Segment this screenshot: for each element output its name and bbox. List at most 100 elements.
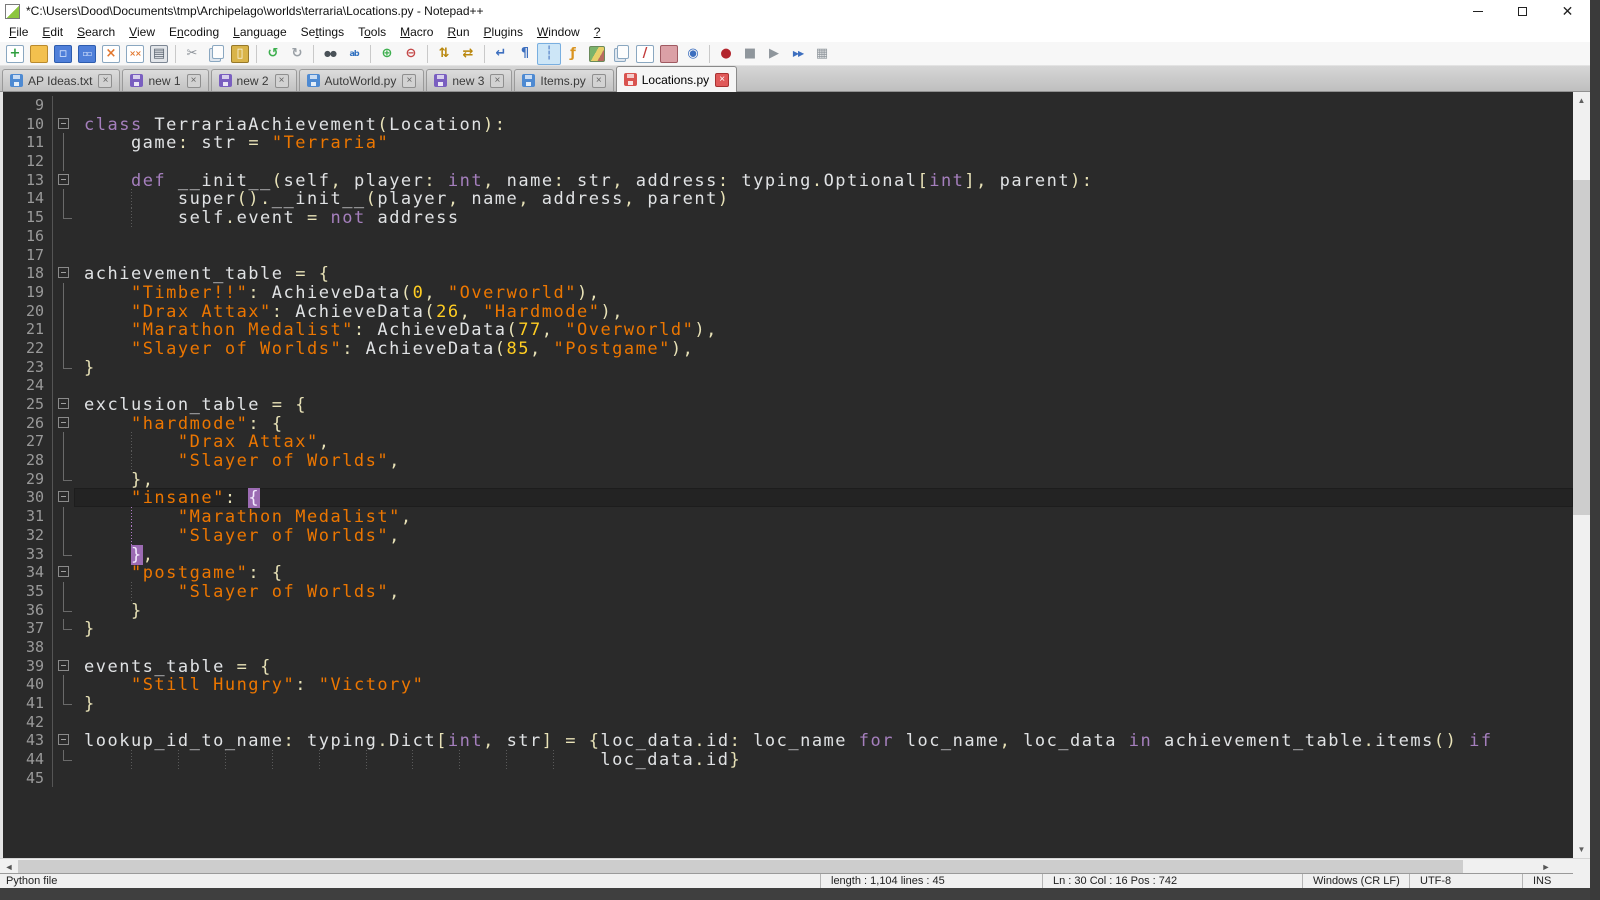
zoom-out-icon[interactable]: ⊖ xyxy=(399,43,423,65)
code-text[interactable]: exclusion_table = { xyxy=(74,395,1573,414)
code-text[interactable]: "postgame": { xyxy=(74,563,1573,582)
tab-close-icon[interactable]: × xyxy=(402,74,416,88)
code-text[interactable]: }, xyxy=(74,470,1573,489)
indent-guide-icon[interactable]: ┆ xyxy=(537,43,561,65)
macro-record-icon[interactable]: ● xyxy=(714,43,738,65)
fold-margin-box[interactable] xyxy=(52,395,74,414)
code-text[interactable] xyxy=(74,769,1573,788)
doc-switcher-icon[interactable] xyxy=(609,43,633,65)
find-icon[interactable]: ●● xyxy=(318,43,342,65)
copy-icon[interactable] xyxy=(204,43,228,65)
fold-margin-box[interactable] xyxy=(52,731,74,750)
minimize-button[interactable] xyxy=(1455,0,1500,22)
code-text[interactable] xyxy=(74,152,1573,171)
menu-language[interactable]: Language xyxy=(226,23,294,41)
edit-marker-icon[interactable]: / xyxy=(633,43,657,65)
vertical-scrollbar[interactable]: ▲ ▼ xyxy=(1573,92,1590,858)
menu-macro[interactable]: Macro xyxy=(393,23,440,41)
menu-settings[interactable]: Settings xyxy=(294,23,351,41)
macro-play-icon[interactable]: ▶ xyxy=(762,43,786,65)
zoom-in-icon[interactable]: ⊕ xyxy=(375,43,399,65)
tab-close-icon[interactable]: × xyxy=(275,74,289,88)
menu-encoding[interactable]: Encoding xyxy=(162,23,226,41)
tab-close-icon[interactable]: × xyxy=(490,74,504,88)
sync-horizontal-icon[interactable]: ⇄ xyxy=(456,43,480,65)
menu-edit[interactable]: Edit xyxy=(35,23,70,41)
code-text[interactable] xyxy=(74,96,1573,115)
tab-new-2[interactable]: new 2× xyxy=(211,69,297,91)
vertical-scroll-thumb[interactable] xyxy=(1573,180,1590,515)
code-text[interactable]: "Marathon Medalist": AchieveData(77, "Ov… xyxy=(74,320,1573,339)
code-text[interactable]: "Still Hungry": "Victory" xyxy=(74,675,1573,694)
redo-icon[interactable]: ↻ xyxy=(285,43,309,65)
code-text[interactable]: } xyxy=(74,694,1573,713)
undo-icon[interactable]: ↺ xyxy=(261,43,285,65)
tab-close-icon[interactable]: × xyxy=(592,74,606,88)
scroll-up-arrow[interactable]: ▲ xyxy=(1573,92,1590,109)
replace-icon[interactable]: ab xyxy=(342,43,366,65)
paste-icon[interactable]: ▯ xyxy=(228,43,252,65)
menu-tools[interactable]: Tools xyxy=(351,23,393,41)
document-map-icon[interactable] xyxy=(585,43,609,65)
show-all-characters-icon[interactable]: ¶ xyxy=(513,43,537,65)
maximize-button[interactable] xyxy=(1500,0,1545,22)
code-text[interactable]: events_table = { xyxy=(74,657,1573,676)
tab-ap-ideas-txt[interactable]: AP Ideas.txt× xyxy=(2,69,120,91)
code-text[interactable]: lookup_id_to_name: typing.Dict[int, str]… xyxy=(74,731,1573,750)
code-text[interactable]: self.event = not address xyxy=(74,208,1573,227)
code-text[interactable]: }, xyxy=(74,545,1573,564)
fold-margin-box[interactable] xyxy=(52,264,74,283)
code-text[interactable]: } xyxy=(74,358,1573,377)
horizontal-scrollbar[interactable]: ◄ ► xyxy=(0,858,1590,873)
macro-run-multiple-icon[interactable]: ▶▶ xyxy=(786,43,810,65)
tab-close-icon[interactable]: × xyxy=(715,73,729,87)
new-file-icon[interactable]: + xyxy=(3,43,27,65)
code-text[interactable]: "Drax Attax": AchieveData(26, "Hardmode"… xyxy=(74,302,1573,321)
close-doc-icon[interactable]: × xyxy=(99,43,123,65)
tab-autoworld-py[interactable]: AutoWorld.py× xyxy=(299,69,425,91)
code-text[interactable]: "hardmode": { xyxy=(74,414,1573,433)
open-folder-icon[interactable] xyxy=(27,43,51,65)
close-all-docs-icon[interactable]: ×× xyxy=(123,43,147,65)
scroll-left-arrow[interactable]: ◄ xyxy=(1,859,17,874)
tab-locations-py[interactable]: Locations.py× xyxy=(616,66,737,92)
menu-file[interactable]: File xyxy=(2,23,35,41)
tab-new-3[interactable]: new 3× xyxy=(426,69,512,91)
menu-run[interactable]: Run xyxy=(440,23,476,41)
code-text[interactable]: loc_data.id} xyxy=(74,750,1573,769)
close-button[interactable]: ✕ xyxy=(1545,0,1590,22)
menu-window[interactable]: Window xyxy=(530,23,587,41)
sync-vertical-icon[interactable]: ⇅ xyxy=(432,43,456,65)
menu-view[interactable]: View xyxy=(122,23,162,41)
code-editor[interactable]: 910class TerrariaAchievement(Location):1… xyxy=(0,92,1590,858)
fold-margin-box[interactable] xyxy=(52,414,74,433)
code-text[interactable]: "Slayer of Worlds": AchieveData(85, "Pos… xyxy=(74,339,1573,358)
code-text[interactable]: def __init__(self, player: int, name: st… xyxy=(74,171,1573,190)
macro-stop-icon[interactable]: ■ xyxy=(738,43,762,65)
tab-new-1[interactable]: new 1× xyxy=(122,69,208,91)
monitoring-eye-icon[interactable]: ◉ xyxy=(681,43,705,65)
fold-margin-box[interactable] xyxy=(52,657,74,676)
code-text[interactable] xyxy=(74,227,1573,246)
horizontal-scroll-thumb[interactable] xyxy=(18,860,1463,873)
tab-items-py[interactable]: Items.py× xyxy=(514,69,613,91)
code-text[interactable] xyxy=(74,638,1573,657)
scroll-down-arrow[interactable]: ▼ xyxy=(1573,841,1590,858)
tab-close-icon[interactable]: × xyxy=(187,74,201,88)
fold-margin-box[interactable] xyxy=(52,563,74,582)
code-text[interactable]: "Marathon Medalist", xyxy=(74,507,1573,526)
fold-margin-box[interactable] xyxy=(52,115,74,134)
word-wrap-icon[interactable]: ↵ xyxy=(489,43,513,65)
menu-search[interactable]: Search xyxy=(70,23,122,41)
project-folder-icon[interactable] xyxy=(657,43,681,65)
save-all-icon[interactable]: ▫▫ xyxy=(75,43,99,65)
code-text[interactable]: super().__init__(player, name, address, … xyxy=(74,189,1573,208)
save-icon[interactable]: ▫ xyxy=(51,43,75,65)
code-text[interactable]: game: str = "Terraria" xyxy=(74,133,1573,152)
code-text[interactable] xyxy=(74,713,1573,732)
code-text[interactable]: "Slayer of Worlds", xyxy=(74,451,1573,470)
function-list-icon[interactable]: ƒ xyxy=(561,43,585,65)
print-icon[interactable]: ▤ xyxy=(147,43,171,65)
fold-margin-box[interactable] xyxy=(52,488,74,507)
fold-margin-box[interactable] xyxy=(52,171,74,190)
